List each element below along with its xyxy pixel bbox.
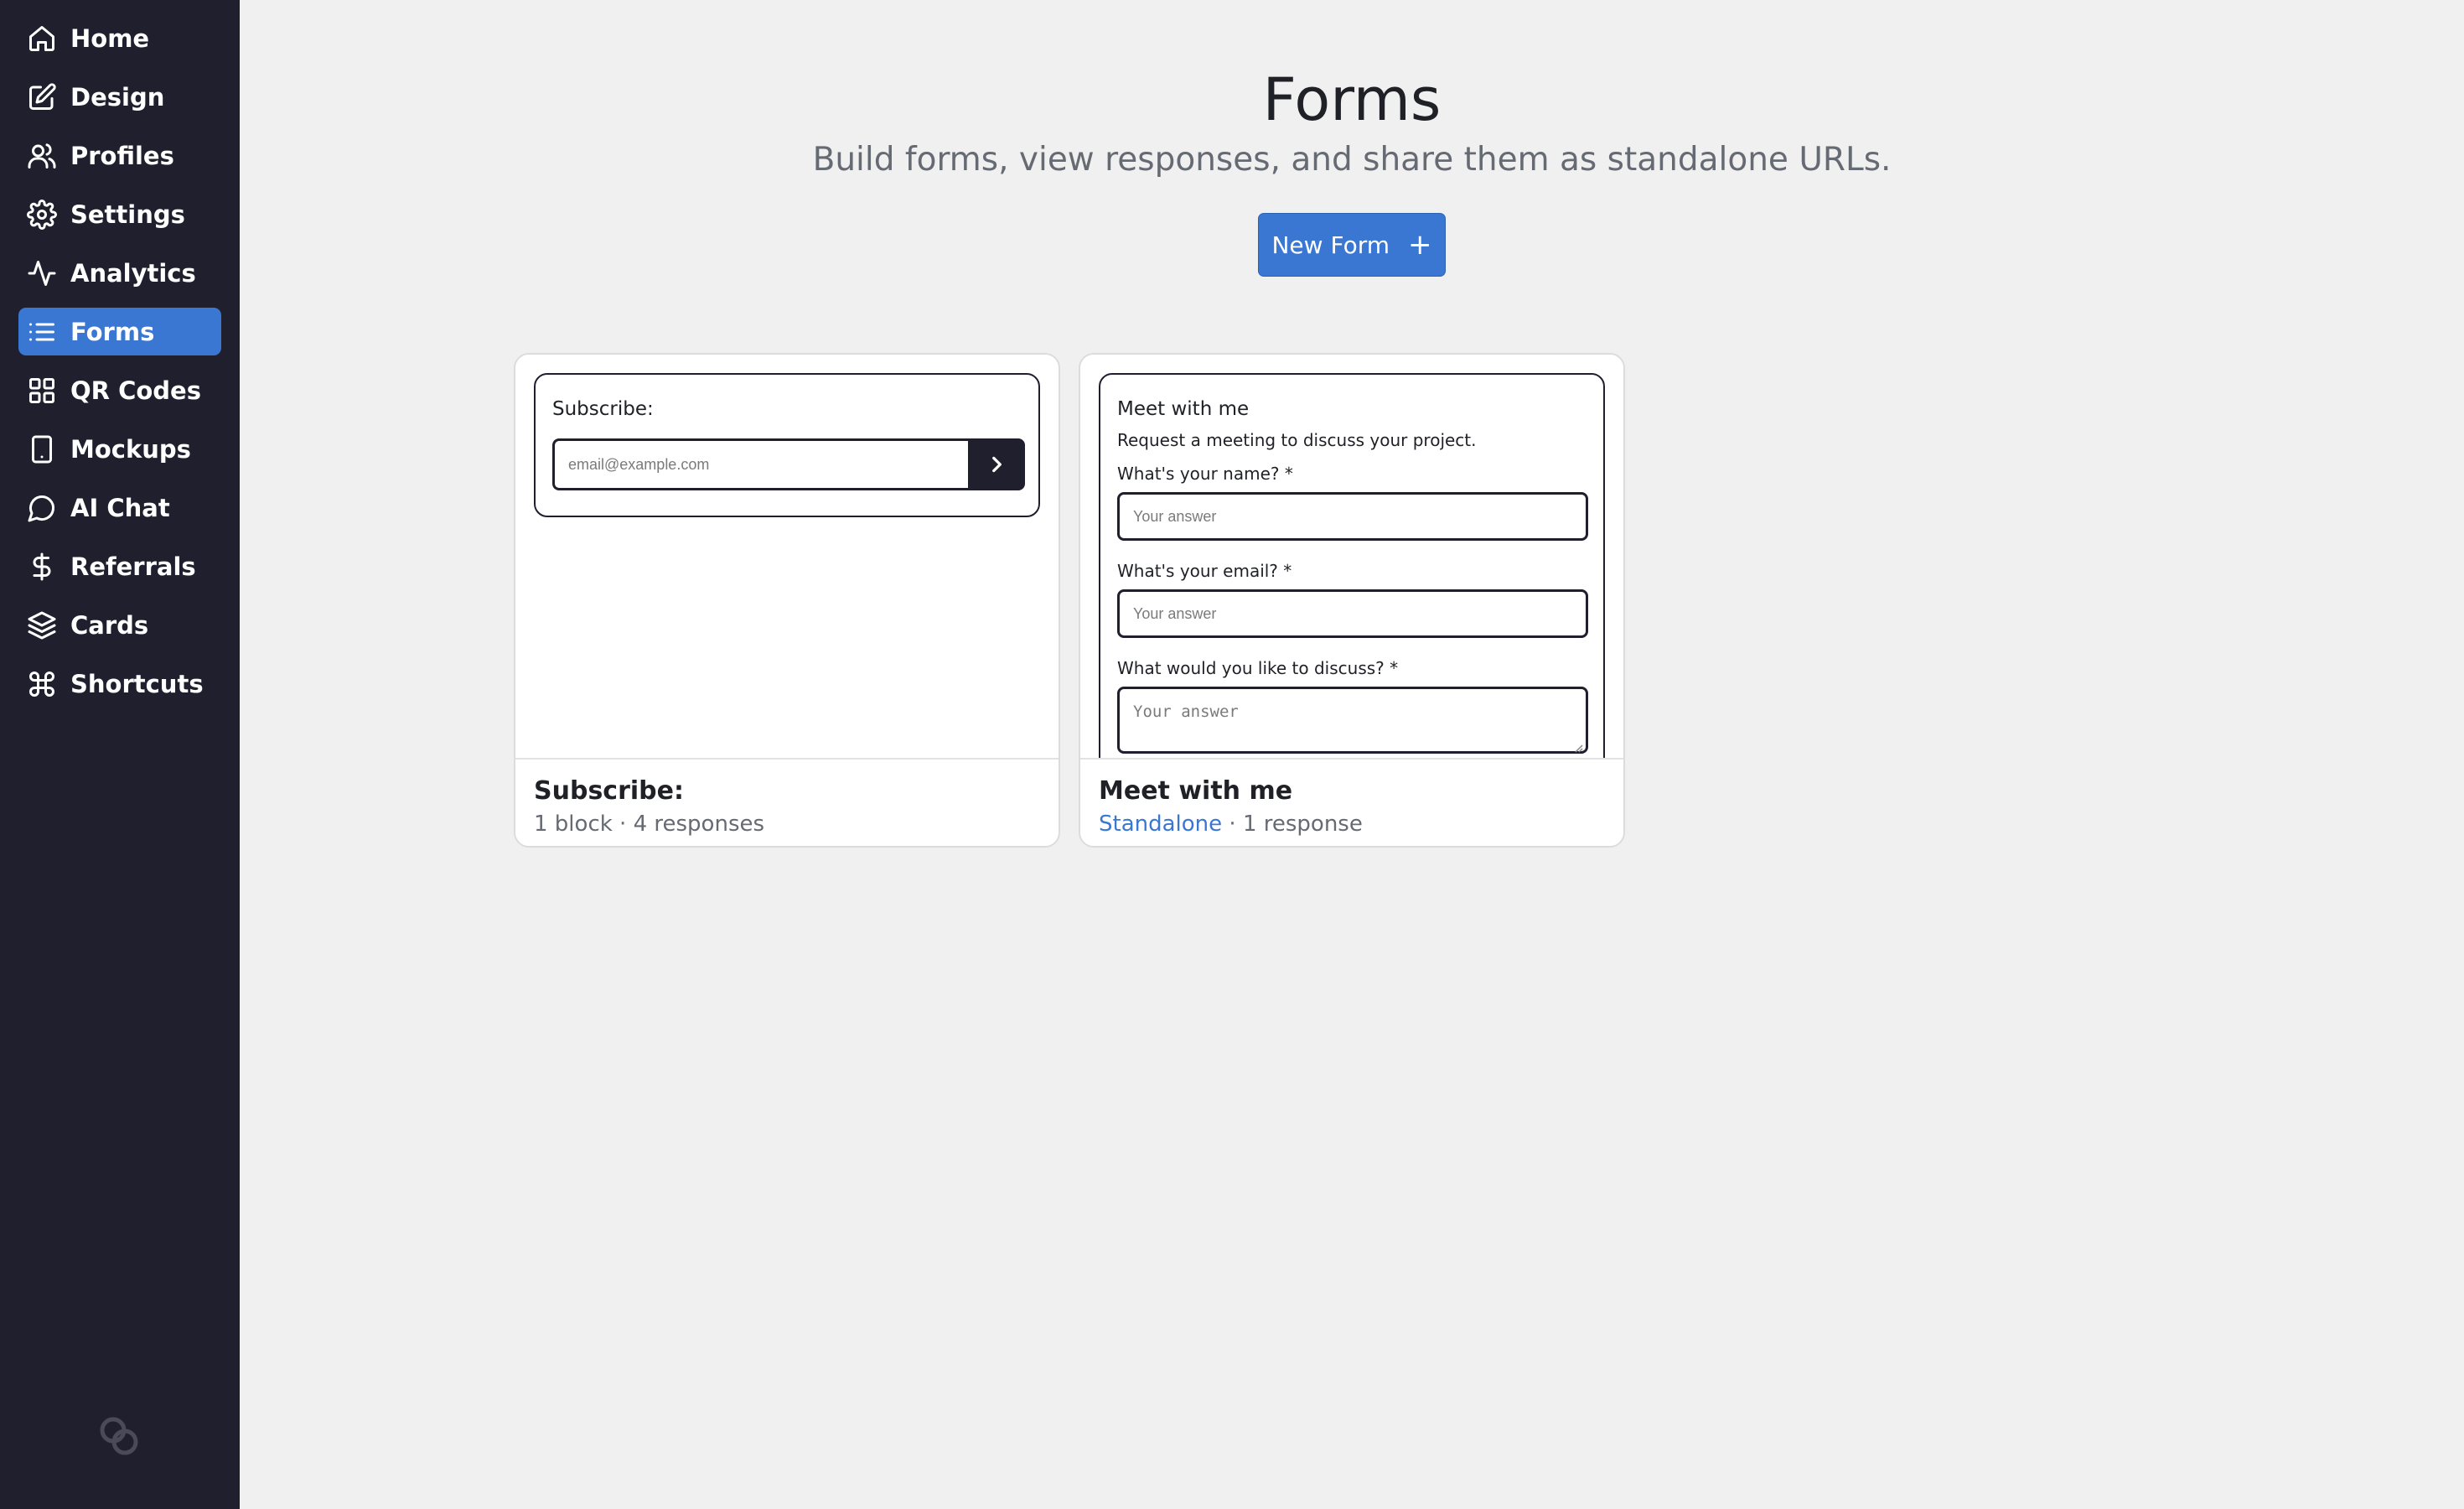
- sidebar-item-label: QR Codes: [70, 376, 201, 405]
- sidebar-item-label: Shortcuts: [70, 669, 204, 698]
- card-footer: Meet with me Standalone · 1 response: [1080, 758, 1623, 846]
- sidebar-item-cards[interactable]: Cards: [18, 601, 221, 649]
- sidebar-item-forms[interactable]: Forms: [18, 308, 221, 355]
- card-footer: Subscribe: 1 block · 4 responses: [515, 758, 1059, 846]
- layers-icon: [28, 611, 56, 639]
- page-title: Forms: [1262, 65, 1442, 134]
- form-card-subscribe[interactable]: Subscribe: email@example.com Subscribe: …: [514, 353, 1060, 848]
- phone-icon: [32, 435, 52, 463]
- sidebar-item-mockups[interactable]: Mockups: [18, 425, 221, 473]
- sidebar-item-label: Home: [70, 23, 150, 53]
- grid-icon: [29, 377, 54, 403]
- page-subtitle: Build forms, view responses, and share t…: [812, 141, 1892, 179]
- plus-icon: +: [1408, 228, 1432, 262]
- sidebar-item-qr-codes[interactable]: QR Codes: [18, 366, 221, 414]
- question-label-name: What's your name? *: [1117, 464, 1293, 484]
- main-content: Forms Build forms, view responses, and s…: [240, 0, 2464, 1509]
- sidebar-item-label: Profiles: [70, 141, 174, 170]
- discuss-textarea-placeholder: Your answer: [1133, 703, 1239, 721]
- link-logo-icon: [100, 1417, 138, 1455]
- form-card-meet-with-me[interactable]: Meet with me Request a meeting to discus…: [1079, 353, 1625, 848]
- sidebar-item-ai-chat[interactable]: AI Chat: [18, 484, 221, 532]
- form-preview-description: Request a meeting to discuss your projec…: [1117, 430, 1477, 450]
- command-icon: [29, 671, 54, 697]
- question-label-discuss: What would you like to discuss? *: [1117, 658, 1399, 678]
- email-input[interactable]: email@example.com: [552, 438, 968, 490]
- sidebar-item-settings[interactable]: Settings: [18, 190, 221, 238]
- resize-handle-icon[interactable]: [1573, 739, 1583, 753]
- list-icon: [29, 323, 54, 340]
- new-form-button-label: New Form: [1271, 231, 1390, 259]
- sidebar-item-label: Cards: [70, 610, 149, 640]
- sidebar-item-label: Referrals: [70, 552, 196, 581]
- email-input[interactable]: Your answer: [1117, 589, 1588, 638]
- card-title: Meet with me: [1099, 776, 1293, 806]
- dollar-icon: [33, 552, 51, 580]
- new-form-button[interactable]: New Form +: [1258, 213, 1446, 277]
- chat-icon: [28, 495, 55, 521]
- sidebar-item-analytics[interactable]: Analytics: [18, 249, 221, 297]
- form-preview-label: Subscribe:: [552, 398, 654, 420]
- activity-icon: [28, 260, 56, 286]
- form-preview: Meet with me Request a meeting to discus…: [1080, 355, 1623, 758]
- home-icon: [29, 25, 54, 51]
- sidebar: Home Design Profiles Settings Analytics …: [0, 0, 240, 1509]
- form-preview-box: Subscribe: email@example.com: [534, 373, 1040, 517]
- form-preview: Subscribe: email@example.com: [515, 355, 1059, 758]
- sidebar-item-label: AI Chat: [70, 493, 170, 522]
- brand-logo[interactable]: [96, 1413, 142, 1460]
- standalone-link[interactable]: Standalone: [1099, 812, 1222, 837]
- sidebar-nav: Home Design Profiles Settings Analytics …: [18, 14, 221, 718]
- card-meta: Standalone · 1 response: [1099, 812, 1363, 837]
- card-meta: 1 block · 4 responses: [534, 812, 765, 837]
- edit-icon: [29, 82, 56, 110]
- users-icon: [28, 143, 56, 169]
- question-label-email: What's your email? *: [1117, 561, 1292, 581]
- sidebar-item-label: Mockups: [70, 434, 191, 464]
- card-title: Subscribe:: [534, 776, 684, 806]
- form-preview-heading: Meet with me: [1117, 398, 1250, 420]
- discuss-textarea[interactable]: Your answer: [1117, 687, 1588, 754]
- name-input[interactable]: Your answer: [1117, 492, 1588, 541]
- submit-button[interactable]: [968, 438, 1025, 490]
- sidebar-item-home[interactable]: Home: [18, 14, 221, 62]
- card-meta-responses: · 1 response: [1222, 812, 1363, 837]
- sidebar-item-label: Design: [70, 82, 165, 111]
- sidebar-item-label: Forms: [70, 317, 155, 346]
- gear-icon: [27, 199, 57, 230]
- chevron-right-icon: [992, 456, 1002, 473]
- sidebar-item-profiles[interactable]: Profiles: [18, 132, 221, 179]
- sidebar-item-label: Analytics: [70, 258, 196, 288]
- sidebar-item-referrals[interactable]: Referrals: [18, 542, 221, 590]
- sidebar-item-design[interactable]: Design: [18, 73, 221, 121]
- sidebar-item-shortcuts[interactable]: Shortcuts: [18, 660, 221, 708]
- sidebar-item-label: Settings: [70, 200, 185, 229]
- form-preview-box: Meet with me Request a meeting to discus…: [1099, 373, 1605, 758]
